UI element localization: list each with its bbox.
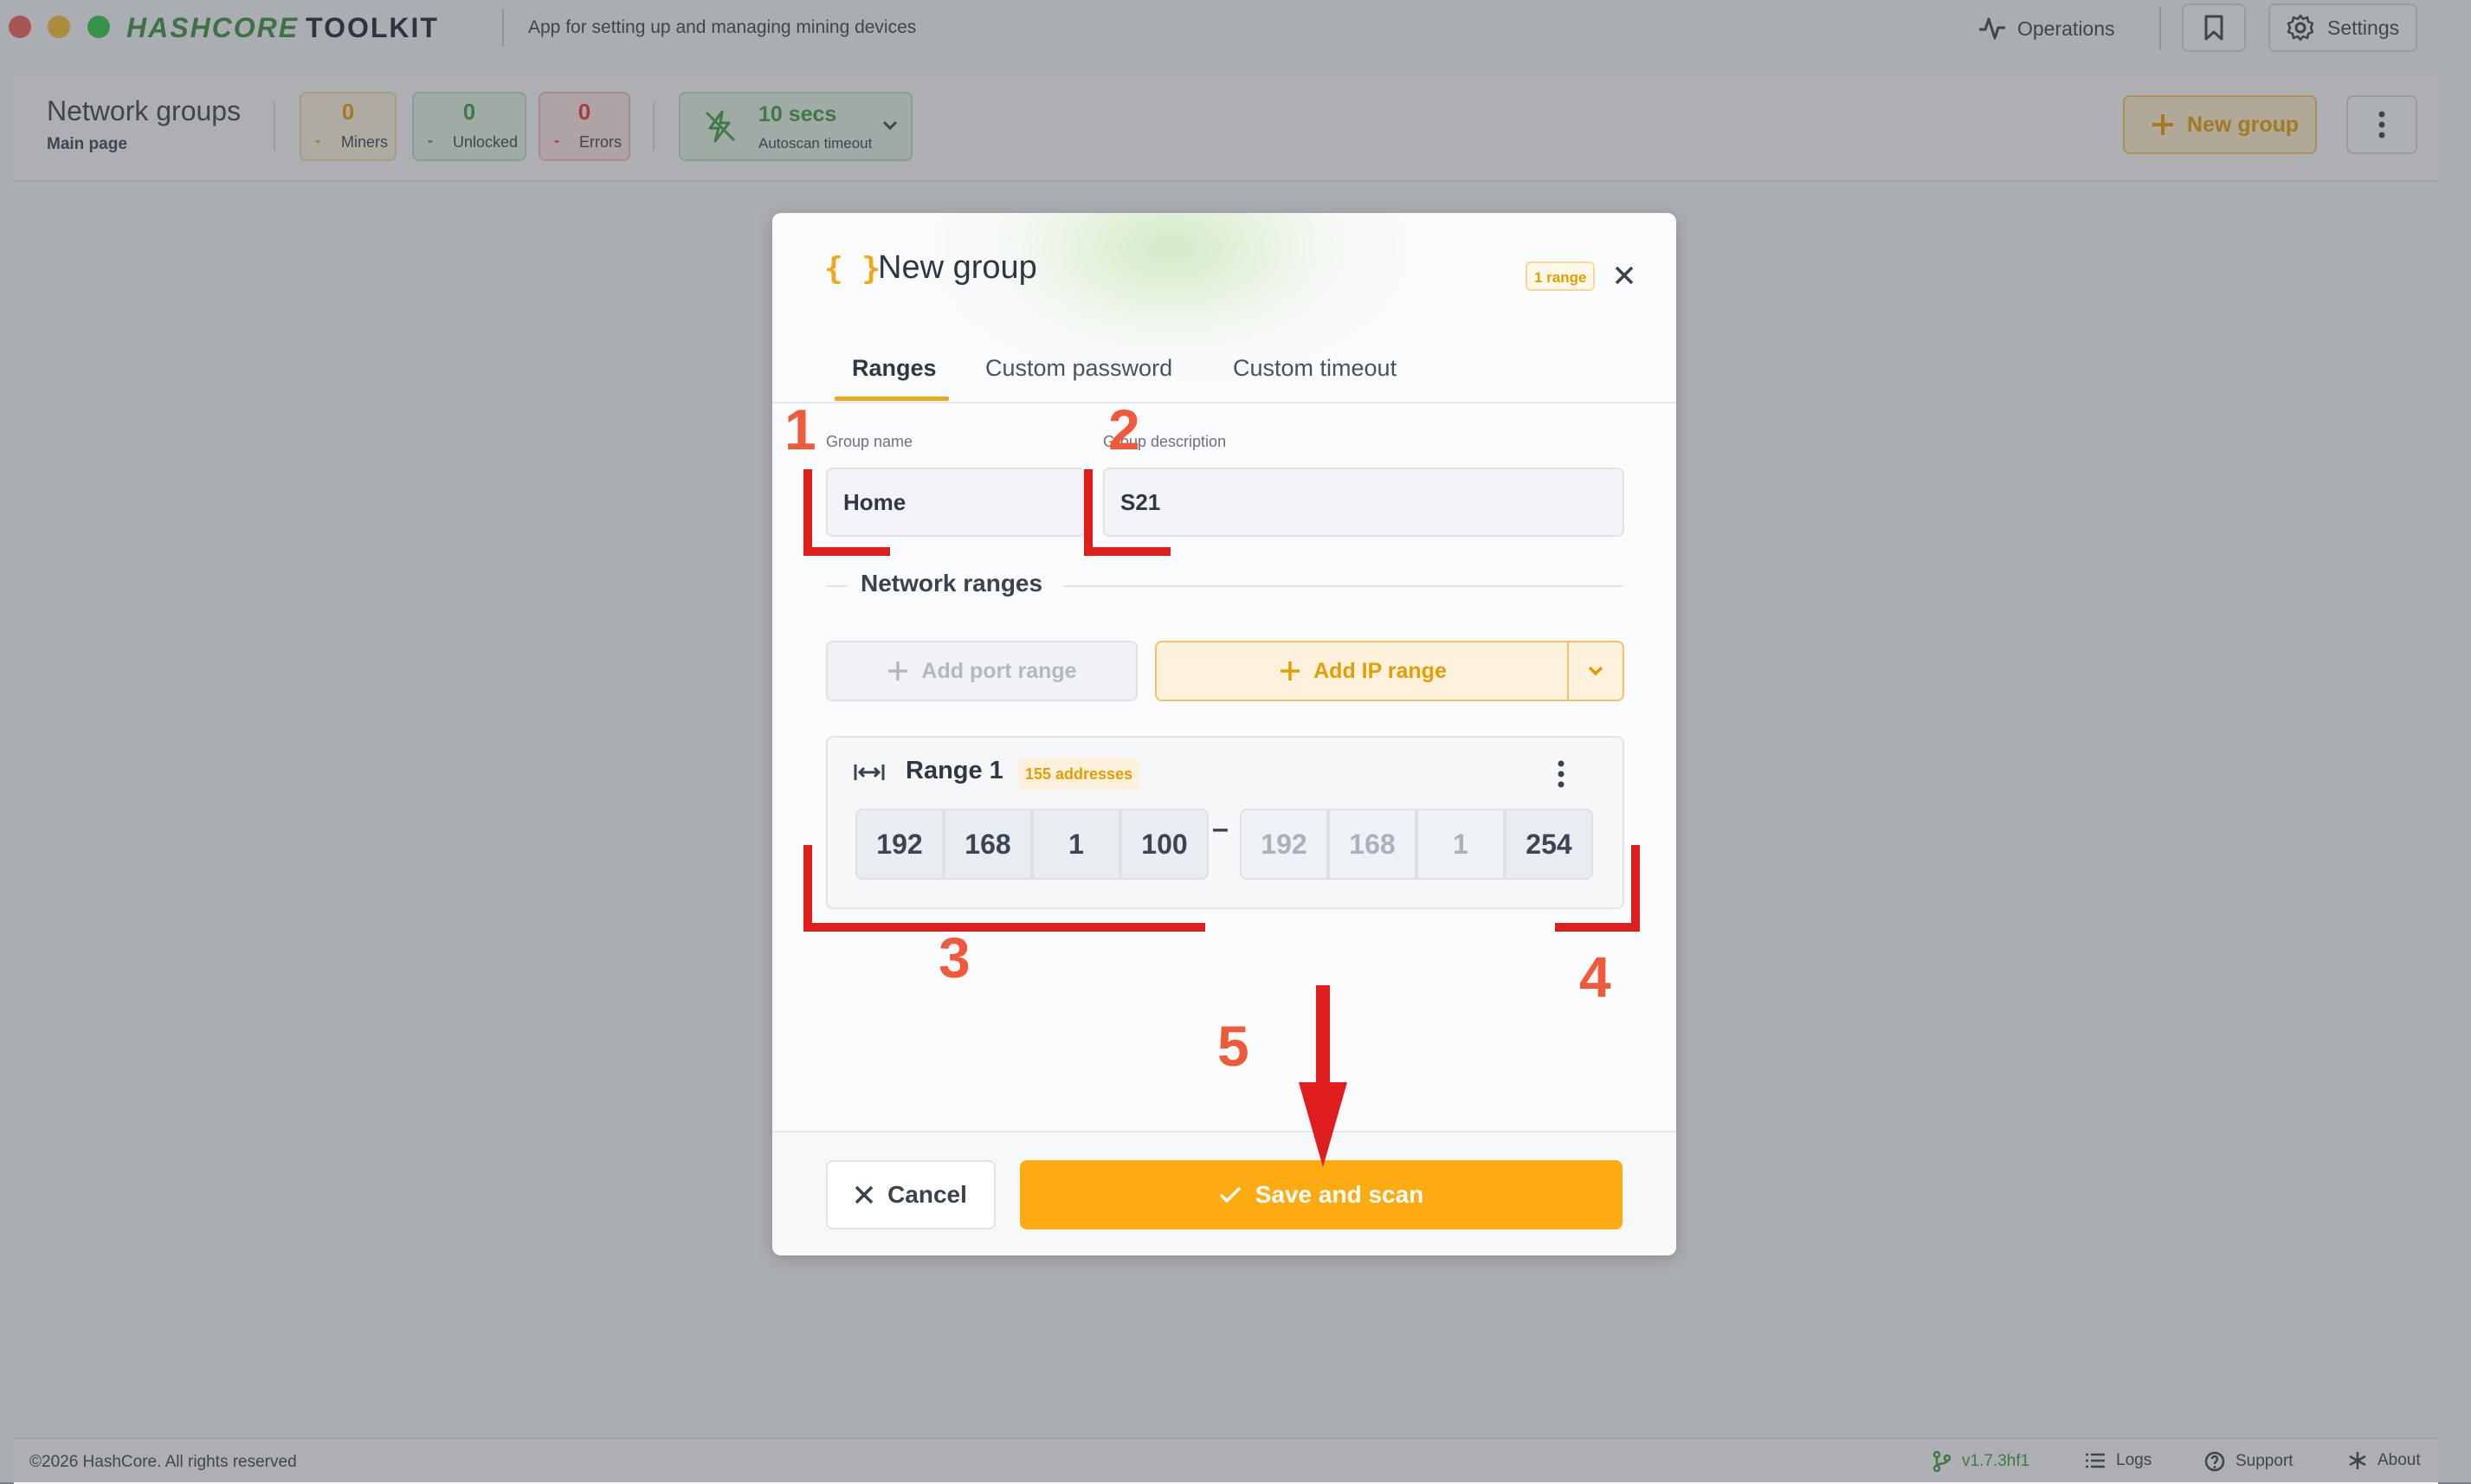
dialog-close-button[interactable] (1609, 260, 1640, 291)
end-ip-octet-3[interactable]: 1 (1416, 809, 1505, 880)
add-ip-range-dropdown[interactable] (1569, 642, 1623, 700)
add-ip-range-split-button: Add IP range (1155, 641, 1624, 701)
annotation-bracket (1555, 923, 1640, 932)
annotation-number: 5 (1217, 1014, 1249, 1078)
chevron-down-icon (1588, 666, 1603, 676)
save-and-scan-label: Save and scan (1255, 1181, 1424, 1208)
annotation-number: 1 (784, 397, 816, 461)
end-ip-octet-4[interactable]: 254 (1505, 809, 1593, 880)
annotation-number: 3 (939, 926, 971, 990)
group-name-label: Group name (826, 433, 913, 450)
close-icon (855, 1185, 874, 1204)
close-icon (1615, 266, 1634, 285)
range-separator: – (1212, 812, 1229, 845)
add-ip-range-button[interactable]: Add IP range (1157, 642, 1569, 700)
range-count-badge: 1 range (1526, 261, 1596, 291)
cancel-label: Cancel (887, 1181, 967, 1208)
tab-custom-timeout[interactable]: Custom timeout (1233, 355, 1397, 382)
dialog-tabs: Ranges Custom password Custom timeout (772, 334, 1676, 403)
active-tab-indicator (835, 397, 949, 401)
add-ip-range-label: Add IP range (1313, 658, 1447, 683)
start-ip-octet-4[interactable]: 100 (1120, 809, 1209, 880)
annotation-bracket (1084, 547, 1171, 556)
annotation-bracket (803, 469, 812, 556)
annotation-bracket (803, 923, 1205, 932)
section-title: Network ranges (861, 570, 1043, 597)
group-description-input[interactable]: S21 (1103, 468, 1624, 537)
annotation-bracket (1084, 469, 1093, 556)
range-arrows-icon (854, 765, 885, 780)
start-ip-octet-2[interactable]: 168 (944, 809, 1032, 880)
plus-icon (1281, 661, 1300, 681)
add-port-range-label: Add port range (921, 658, 1077, 683)
dialog-footer: Cancel Save and scan (772, 1131, 1676, 1255)
annotation-number: 4 (1579, 945, 1611, 1009)
annotation-arrow (1299, 985, 1347, 1167)
address-count-badge: 155 addresses (1018, 758, 1140, 790)
plus-icon (888, 661, 908, 681)
end-ip-octet-2[interactable]: 168 (1328, 809, 1416, 880)
start-ip-octet-1[interactable]: 192 (855, 809, 944, 880)
annotation-bracket (803, 845, 812, 932)
braces-icon: { } (824, 251, 881, 287)
check-icon (1219, 1186, 1241, 1203)
divider (826, 585, 847, 587)
save-and-scan-button[interactable]: Save and scan (1020, 1160, 1623, 1229)
network-ranges-section: Network ranges (826, 570, 1623, 601)
cancel-button[interactable]: Cancel (826, 1160, 996, 1229)
annotation-bracket (803, 547, 890, 556)
new-group-dialog: { } New group 1 range Ranges Custom pass… (772, 213, 1676, 1255)
group-name-input[interactable]: Home (826, 468, 1086, 537)
dialog-title: New group (878, 249, 1037, 286)
kebab-icon[interactable] (1557, 760, 1565, 788)
start-ip-octet-3[interactable]: 1 (1032, 809, 1120, 880)
annotation-number: 2 (1108, 397, 1140, 461)
annotation-bracket (1631, 845, 1640, 932)
range-title: Range 1 (906, 757, 1003, 784)
tab-custom-password[interactable]: Custom password (985, 355, 1172, 382)
range-card: Range 1 155 addresses 192 168 1 100 – 19… (826, 736, 1624, 909)
divider (1063, 585, 1623, 587)
tab-ranges[interactable]: Ranges (852, 355, 937, 382)
add-port-range-button[interactable]: Add port range (826, 641, 1138, 701)
end-ip-octet-1[interactable]: 192 (1240, 809, 1328, 880)
